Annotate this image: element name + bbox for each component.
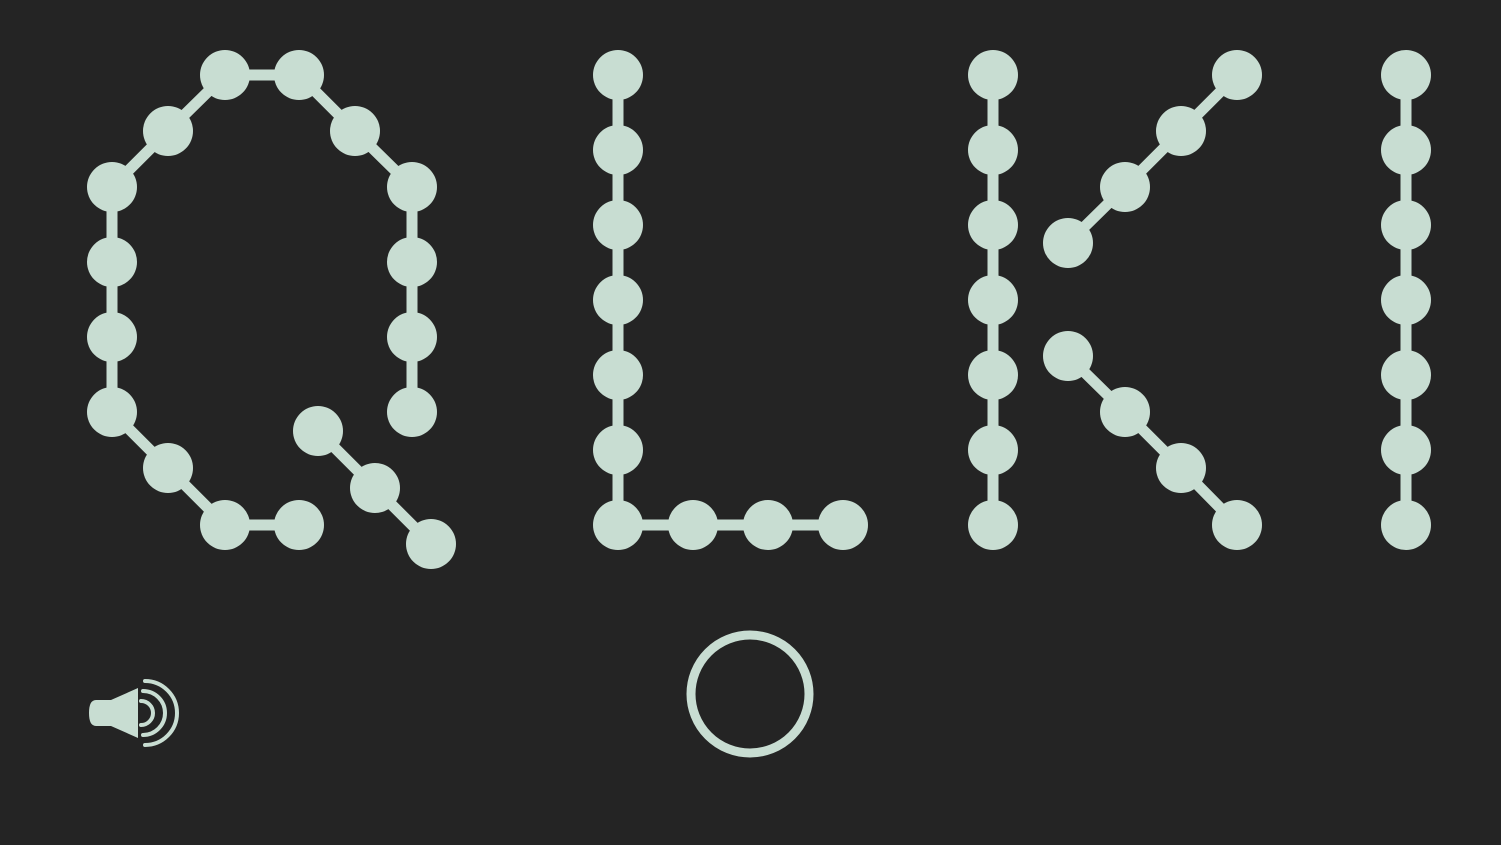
bead-dot	[350, 463, 400, 513]
sound-toggle-button[interactable]	[89, 679, 179, 747]
bead-dot	[968, 200, 1018, 250]
letter-q-beads	[87, 50, 456, 569]
bead-dot	[743, 500, 793, 550]
letter-l-links	[612, 75, 843, 531]
bead-dot	[274, 50, 324, 100]
bead-dot	[387, 162, 437, 212]
bead-dot	[1381, 200, 1431, 250]
bead-dot	[143, 443, 193, 493]
bead-dot	[968, 500, 1018, 550]
bead-dot	[1212, 500, 1262, 550]
bead-dot	[593, 275, 643, 325]
bead-dot	[1381, 50, 1431, 100]
bead-dot	[330, 106, 380, 156]
bead-dot	[143, 106, 193, 156]
bead-dot	[1212, 50, 1262, 100]
bead-link	[1064, 71, 1241, 247]
game-screen: QLKI	[0, 0, 1501, 845]
bead-dot	[968, 50, 1018, 100]
bead-dot	[1381, 500, 1431, 550]
bead-dot	[87, 387, 137, 437]
letter-k	[968, 50, 1262, 550]
bead-link	[1064, 352, 1241, 529]
bead-dot	[968, 350, 1018, 400]
bead-dot	[668, 500, 718, 550]
bead-dot	[87, 312, 137, 362]
bead-dot	[1100, 162, 1150, 212]
letter-i	[1381, 50, 1431, 550]
bead-dot	[968, 275, 1018, 325]
bead-dot	[387, 237, 437, 287]
bead-dot	[1381, 425, 1431, 475]
bead-dot	[200, 500, 250, 550]
speaker-sound-on-icon	[89, 679, 179, 747]
letter-l	[593, 50, 868, 550]
letter-i-beads	[1381, 50, 1431, 550]
bead-dot	[1156, 106, 1206, 156]
letter-q	[87, 50, 456, 569]
bead-dot	[968, 425, 1018, 475]
bead-dot	[1381, 350, 1431, 400]
bead-dot	[593, 350, 643, 400]
bead-dot	[593, 500, 643, 550]
bead-dot	[200, 50, 250, 100]
bead-link	[612, 75, 843, 531]
bead-dot	[1043, 218, 1093, 268]
bead-dot	[593, 425, 643, 475]
bead-dot	[818, 500, 868, 550]
bead-dot	[87, 162, 137, 212]
bead-dot	[87, 237, 137, 287]
bead-dot	[293, 406, 343, 456]
bead-dot	[1043, 331, 1093, 381]
action-button[interactable]	[686, 630, 814, 758]
circle-outline-icon	[686, 630, 814, 758]
bead-dot	[1156, 443, 1206, 493]
bead-dot	[387, 312, 437, 362]
bead-dot	[406, 519, 456, 569]
bead-dot	[1100, 387, 1150, 437]
game-canvas	[87, 50, 1431, 758]
bead-dot	[274, 500, 324, 550]
bead-dot	[968, 125, 1018, 175]
letter-l-beads	[593, 50, 868, 550]
bead-dot	[1381, 125, 1431, 175]
bead-dot	[387, 387, 437, 437]
bead-dot	[593, 125, 643, 175]
bead-dot	[593, 200, 643, 250]
letter-k-beads	[968, 50, 1262, 550]
bead-dot	[593, 50, 643, 100]
bead-dot	[1381, 275, 1431, 325]
